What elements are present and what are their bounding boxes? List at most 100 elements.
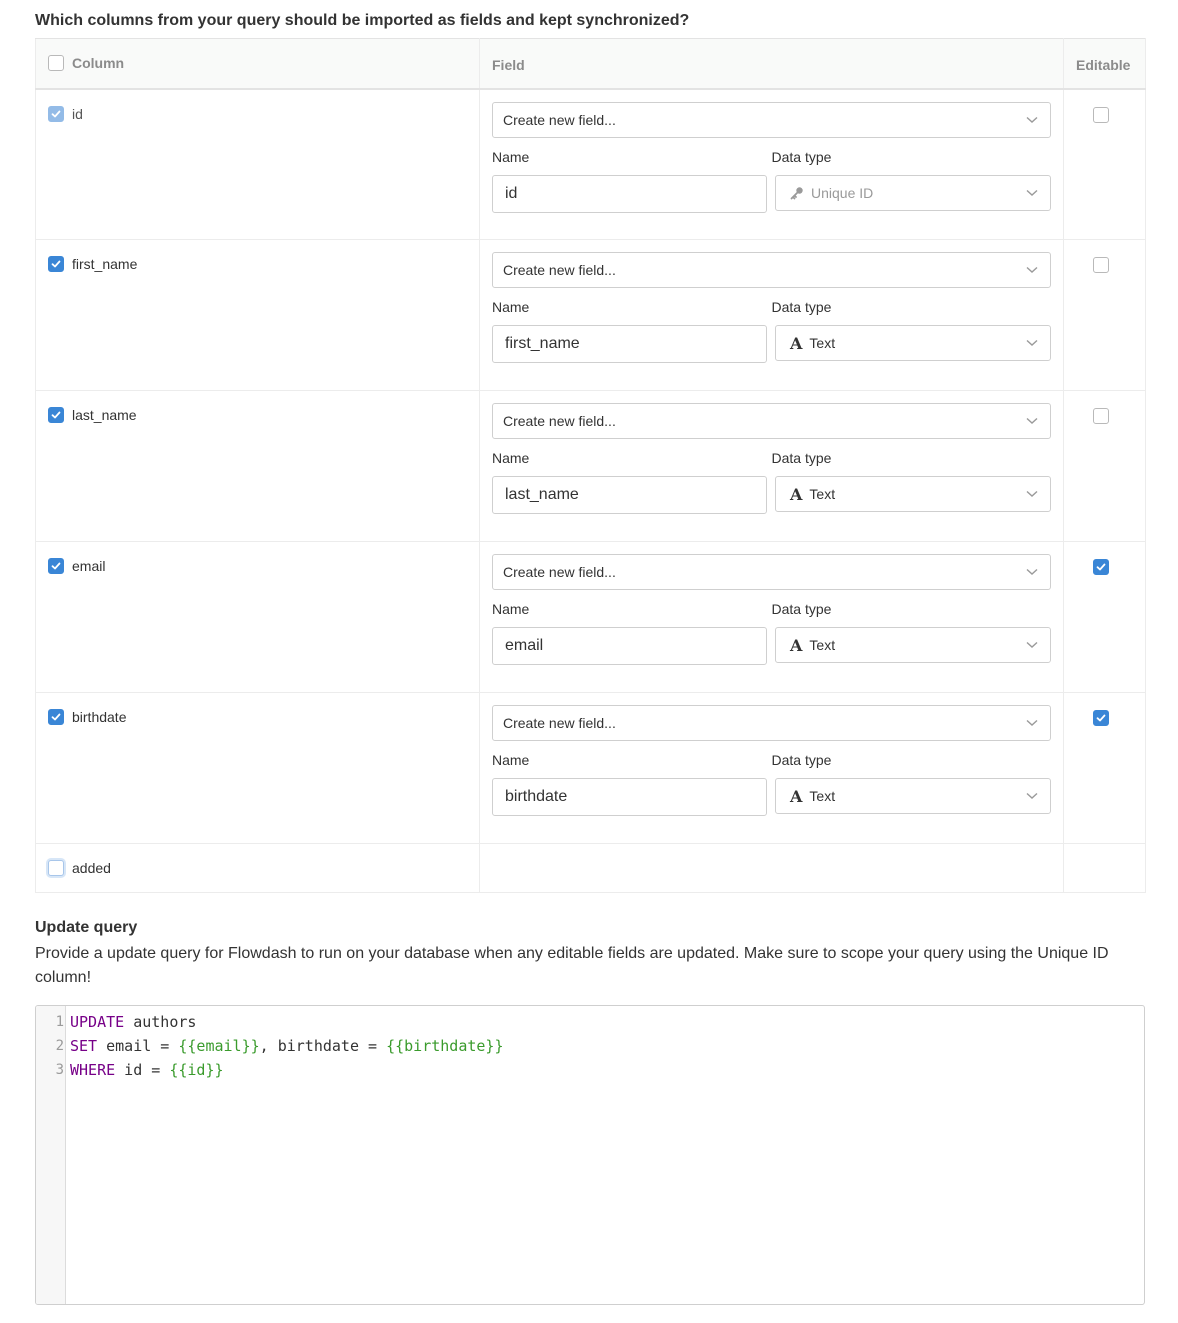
column-cell: birthdate: [35, 692, 480, 844]
field-select-value: Create new field...: [503, 715, 616, 731]
field-header-label: Field: [492, 57, 525, 74]
data-type-value: Text: [809, 486, 836, 502]
data-type-label: Data type: [771, 299, 832, 315]
column-checkbox-birthdate[interactable]: [48, 709, 64, 725]
data-type-select[interactable]: A Text: [775, 325, 1051, 361]
chevron-down-icon: [1026, 339, 1038, 346]
editable-checkbox-id[interactable]: [1093, 106, 1109, 123]
data-type-label: Data type: [771, 752, 832, 768]
data-type-value: Text: [809, 788, 836, 804]
field-select[interactable]: Create new field...: [492, 554, 1051, 590]
table-row: added: [35, 843, 1146, 893]
editable-cell: [1063, 88, 1146, 240]
field-header: Field: [479, 38, 1064, 90]
field-cell: [479, 843, 1064, 893]
field-name-input[interactable]: email: [492, 627, 767, 665]
field-select-value: Create new field...: [503, 262, 616, 278]
chevron-down-icon: [1026, 719, 1038, 726]
sql-keyword: SET: [70, 1037, 98, 1055]
column-name: added: [72, 860, 111, 876]
text-type-icon: A: [790, 484, 803, 504]
data-type-label: Data type: [771, 601, 832, 617]
text-type-icon: A: [790, 333, 803, 353]
select-all-checkbox[interactable]: [48, 55, 64, 72]
template-variable: {{email}}: [178, 1037, 260, 1055]
field-select[interactable]: Create new field...: [492, 403, 1051, 439]
chevron-down-icon: [1026, 266, 1038, 273]
column-cell: first_name: [35, 239, 480, 391]
column-name: last_name: [72, 407, 137, 423]
column-checkbox-added[interactable]: [48, 860, 64, 876]
sql-code-editor[interactable]: 1 UPDATE authors 2 SET email = {{email}}…: [35, 1005, 1145, 1305]
editable-checkbox-email[interactable]: [1093, 559, 1109, 575]
editable-cell: [1063, 390, 1146, 542]
line-number: 2: [55, 1038, 64, 1054]
column-name: first_name: [72, 256, 138, 272]
field-select-value: Create new field...: [503, 111, 616, 128]
code-line: 1 UPDATE authors: [36, 1010, 1144, 1034]
column-checkbox-last-name[interactable]: [48, 407, 64, 423]
field-cell: Create new field... Name Data type email…: [479, 541, 1064, 693]
sql-keyword: WHERE: [70, 1061, 116, 1079]
data-type-label: Data type: [771, 148, 832, 165]
editable-checkbox-birthdate[interactable]: [1093, 710, 1109, 726]
column-cell: last_name: [35, 390, 480, 542]
column-cell: id: [35, 88, 480, 240]
table-header-row: Column Field Editable: [35, 38, 1146, 90]
column-mapping-table: Column Field Editable id Create new fiel…: [35, 38, 1146, 893]
table-row: id Create new field... Name Data type id: [35, 88, 1146, 240]
field-name-input[interactable]: id: [492, 174, 767, 213]
chevron-down-icon: [1026, 568, 1038, 575]
data-type-value: Text: [809, 637, 836, 653]
name-label: Name: [492, 299, 530, 315]
name-label: Name: [492, 601, 530, 617]
editable-cell: [1063, 692, 1146, 844]
name-label: Name: [492, 148, 530, 165]
data-type-value: Text: [809, 335, 836, 351]
column-name: email: [72, 558, 106, 574]
check-icon: [51, 713, 61, 721]
field-select[interactable]: Create new field...: [492, 252, 1051, 288]
column-checkbox-first-name[interactable]: [48, 256, 64, 272]
data-type-value: Unique ID: [811, 184, 874, 201]
sql-text: email =: [97, 1037, 179, 1055]
line-number: 3: [55, 1062, 64, 1078]
field-select[interactable]: Create new field...: [492, 705, 1051, 741]
name-label: Name: [492, 752, 530, 768]
field-name-input[interactable]: first_name: [492, 325, 767, 363]
data-type-select[interactable]: A Text: [775, 627, 1051, 663]
update-query-description: Provide a update query for Flowdash to r…: [35, 945, 1109, 986]
section-heading: Which columns from your query should be …: [35, 12, 690, 29]
text-type-icon: A: [790, 635, 803, 655]
field-select[interactable]: Create new field...: [492, 101, 1051, 138]
sql-text: authors: [124, 1013, 197, 1031]
name-label: Name: [492, 450, 530, 466]
editable-header-label: Editable: [1076, 57, 1131, 74]
check-icon: [1096, 563, 1106, 571]
field-cell: Create new field... Name Data type birth…: [479, 692, 1064, 844]
data-type-label: Data type: [771, 450, 832, 466]
column-checkbox-id[interactable]: [48, 105, 64, 122]
chevron-down-icon: [1026, 792, 1038, 799]
field-cell: Create new field... Name Data type id Un…: [479, 88, 1064, 240]
field-name-input[interactable]: last_name: [492, 476, 767, 514]
key-icon: [790, 186, 803, 199]
chevron-down-icon: [1026, 417, 1038, 424]
editable-checkbox-last-name[interactable]: [1093, 408, 1109, 424]
field-name-input[interactable]: birthdate: [492, 778, 767, 816]
sql-text: id =: [115, 1061, 170, 1079]
chevron-down-icon: [1026, 116, 1038, 123]
check-icon: [51, 260, 61, 268]
check-icon: [1096, 714, 1106, 722]
data-type-select: Unique ID: [775, 174, 1051, 211]
field-cell: Create new field... Name Data type last_…: [479, 390, 1064, 542]
table-row: birthdate Create new field... Name Data …: [35, 692, 1146, 844]
code-line: 2 SET email = {{email}}, birthdate = {{b…: [36, 1034, 1144, 1058]
data-type-select[interactable]: A Text: [775, 778, 1051, 814]
check-icon: [51, 110, 61, 117]
editable-checkbox-first-name[interactable]: [1093, 257, 1109, 273]
column-checkbox-email[interactable]: [48, 558, 64, 574]
table-row: email Create new field... Name Data type…: [35, 541, 1146, 693]
column-cell: added: [35, 843, 480, 893]
data-type-select[interactable]: A Text: [775, 476, 1051, 512]
